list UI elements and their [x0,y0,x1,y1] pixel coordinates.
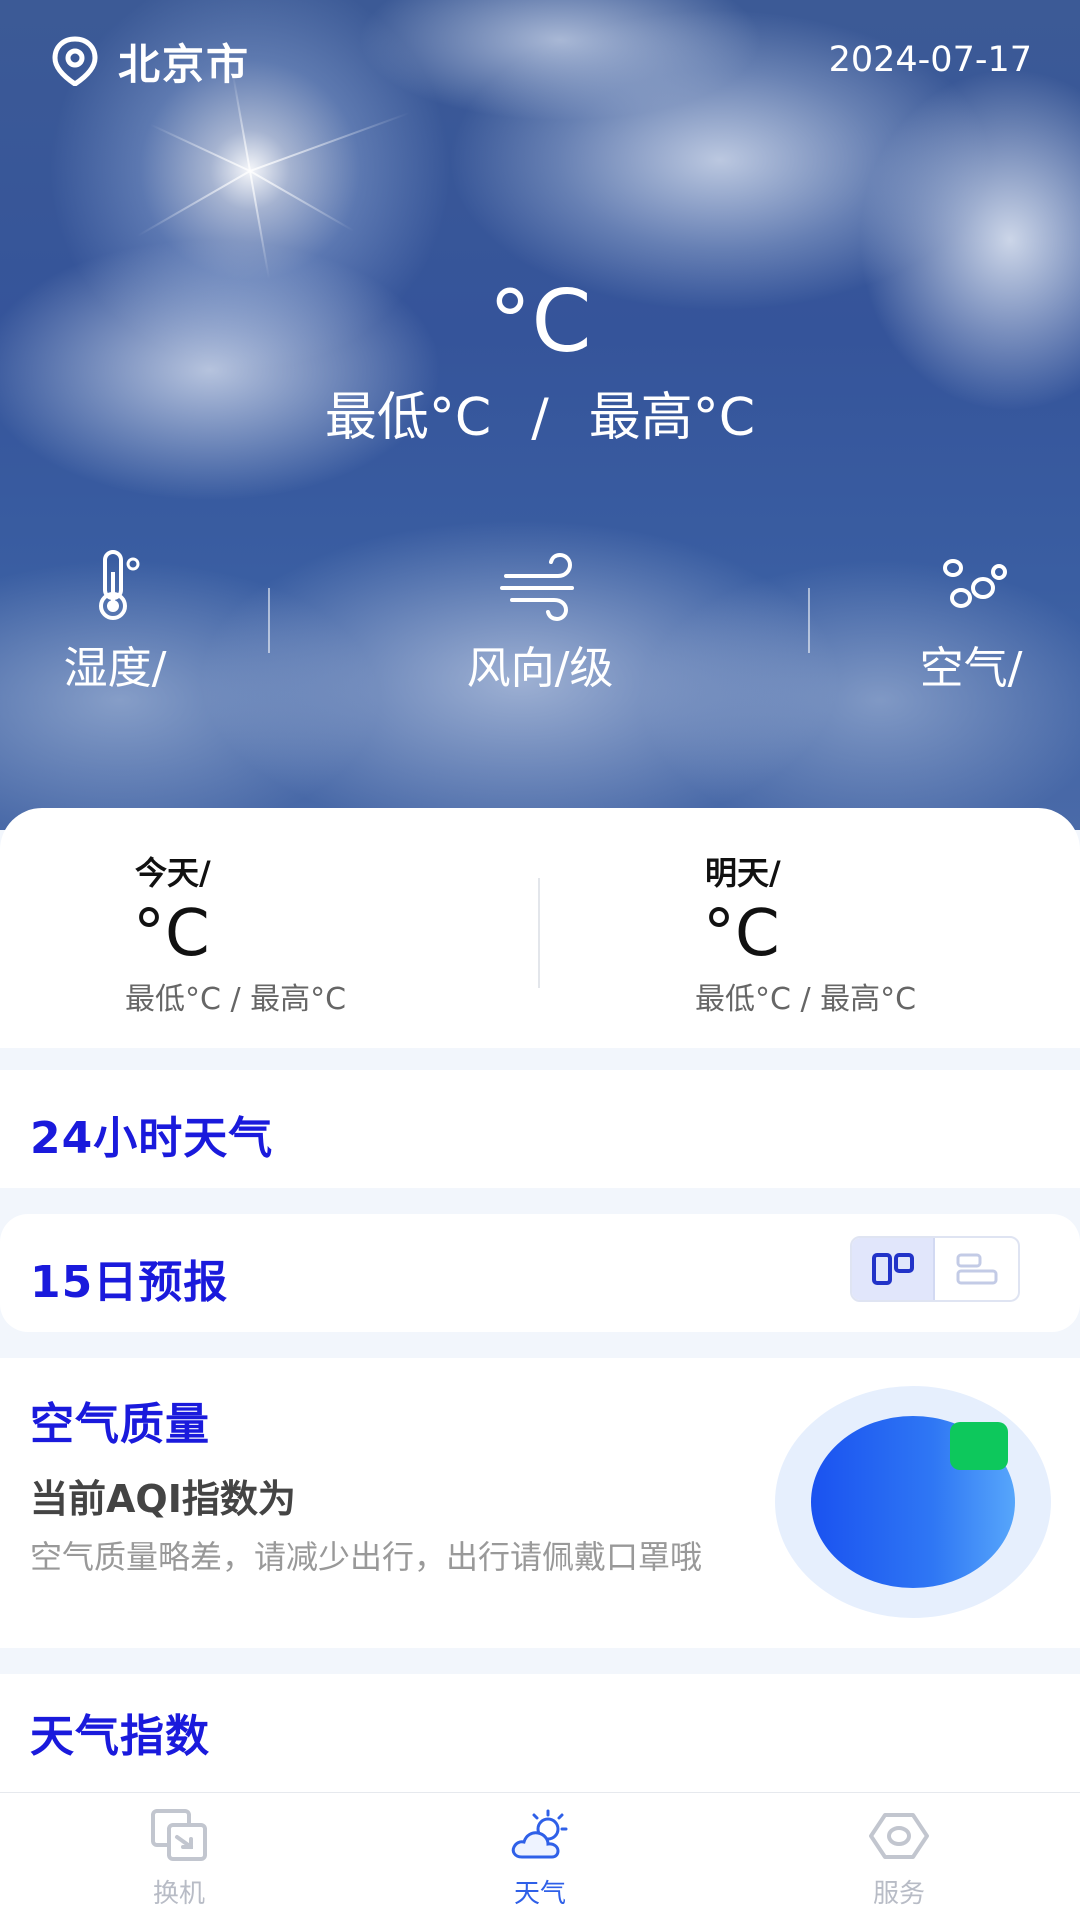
hexagon-icon [869,1813,929,1859]
weather-metrics: 湿度/ 风向/级 空气/ [0,548,1080,698]
tab-switch-label: 换机 [152,1879,205,1909]
aqi-value-text: 当前AQI指数为 [30,1477,296,1521]
sun-ray [149,123,251,172]
temperature-range: 最低°C / 最高°C [0,386,1080,450]
tomorrow-forecast[interactable]: 明天/ °C 最低°C / 最高°C [695,848,916,1018]
weather-index-section: 天气指数 [0,1674,1080,1792]
current-temperature: °C [488,272,592,372]
metric-divider [808,588,810,653]
metric-divider [268,588,270,653]
list-view-button[interactable] [935,1238,1018,1300]
weather-hero: 北京市 2024-07-17 °C 最低°C / 最高°C 湿度/ 风向/级 空… [0,0,1080,830]
city-name: 北京市 [118,39,251,89]
aqi-advice: 空气质量略差，请减少出行，出行请佩戴口罩哦 [30,1538,703,1576]
card-view-button[interactable] [852,1238,936,1300]
hourly-weather-section: 24小时天气 [0,1070,1080,1188]
air-label: 空气/ [919,643,1023,694]
cloud-sun-icon [511,1809,568,1859]
high-temperature: 最高°C [588,388,756,448]
bottom-tab-bar: 换机 天气 服务 [0,1792,1080,1920]
wind-label: 风向/级 [466,643,614,694]
card-view-icon [871,1253,914,1285]
location-pin-icon [52,36,98,86]
humidity-metric: 湿度/ [40,548,190,698]
forecast-view-toggle [850,1236,1020,1302]
humidity-label: 湿度/ [63,643,167,694]
today-range: 最低°C / 最高°C [125,982,347,1017]
low-temperature: 最低°C [324,388,492,448]
current-date: 2024-07-17 [828,40,1032,80]
today-label: 今天/ [135,854,211,892]
list-view-icon [956,1253,997,1285]
tab-service-label: 服务 [872,1879,925,1909]
day-divider [538,878,540,988]
weather-index-title: 天气指数 [30,1711,210,1762]
sun-ray [249,170,271,280]
range-separator: / [531,388,549,448]
tomorrow-label: 明天/ [705,854,781,892]
day-summary-card: 今天/ °C 最低°C / 最高°C 明天/ °C 最低°C / 最高°C [0,808,1080,1048]
tab-weather-label: 天气 [513,1879,566,1909]
sun-ray [136,170,251,237]
air-quality-title: 空气质量 [30,1399,210,1450]
wind-metric: 风向/级 [440,548,640,698]
today-forecast[interactable]: 今天/ °C 最低°C / 最高°C [125,848,346,1018]
air-drops-icon [943,559,1007,608]
hourly-weather-title: 24小时天气 [30,1113,274,1164]
sun-ray [249,170,355,232]
air-metric: 空气/ [896,548,1046,698]
tab-weather[interactable]: 天气 [470,1807,610,1910]
tab-switch-phone[interactable]: 换机 [109,1807,249,1910]
location-selector[interactable]: 北京市 [50,35,250,89]
fifteen-day-forecast-title: 15日预报 [30,1257,229,1308]
tomorrow-temperature: °C [703,897,780,971]
thermometer-icon [99,550,140,620]
wind-icon [500,552,574,622]
sun-ray [249,111,411,172]
tomorrow-range: 最低°C / 最高°C [695,982,917,1017]
phone-transfer-icon [151,1809,207,1861]
aqi-level-badge [950,1422,1008,1470]
today-temperature: °C [133,897,210,971]
fifteen-day-forecast-section: 15日预报 [0,1214,1080,1332]
air-quality-section[interactable]: 空气质量 当前AQI指数为 空气质量略差，请减少出行，出行请佩戴口罩哦 [0,1358,1080,1648]
tab-service[interactable]: 服务 [829,1807,969,1910]
